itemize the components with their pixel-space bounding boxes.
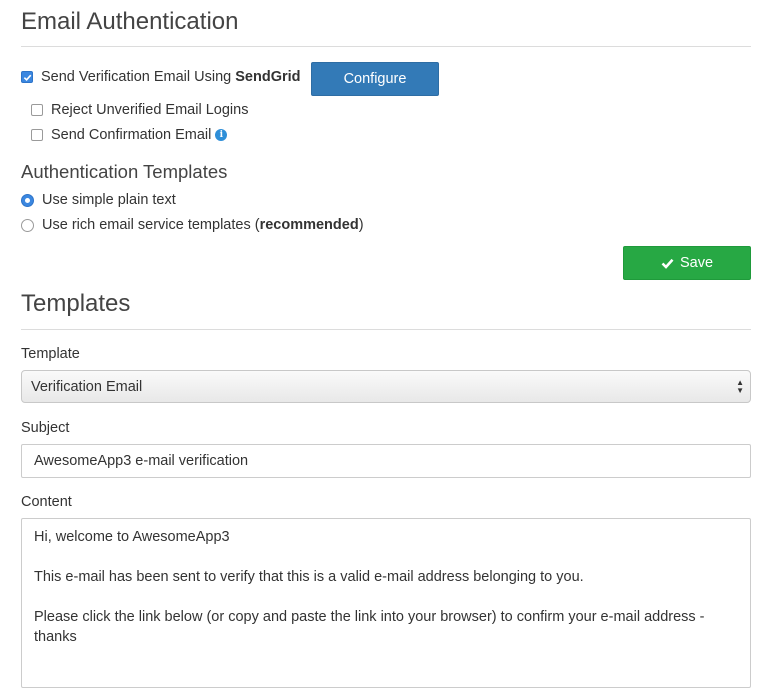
templates-title: Templates (21, 290, 131, 317)
recommended-label: recommended (259, 217, 359, 233)
save-button[interactable]: Save (623, 246, 751, 280)
send-verification-checkbox[interactable] (21, 71, 33, 83)
plain-text-label: Use simple plain text (42, 192, 176, 208)
content-line: This e-mail has been sent to verify that… (34, 569, 584, 585)
send-verification-label: Send Verification Email Using (41, 69, 236, 85)
subject-label: Subject (21, 420, 70, 436)
section-divider (21, 329, 751, 330)
reject-unverified-label: Reject Unverified Email Logins (51, 102, 249, 118)
send-confirmation-label: Send Confirmation Email (51, 127, 212, 143)
plain-text-radio[interactable] (21, 193, 34, 207)
configure-button[interactable]: Configure (311, 62, 439, 96)
rich-templates-label-suffix: ) (358, 217, 364, 233)
rich-templates-radio[interactable] (21, 218, 34, 232)
save-label: Save (679, 255, 714, 271)
send-verification-row: Send Verification Email Using SendGrid (21, 69, 301, 85)
rich-templates-option[interactable]: Use rich email service templates ( recom… (21, 217, 364, 233)
content-line: Please click the link below (or copy and… (34, 609, 705, 645)
select-arrows-icon: ▲ ▼ (736, 378, 744, 395)
subject-input[interactable]: AwesomeApp3 e-mail verification (21, 444, 751, 478)
reject-unverified-checkbox[interactable] (31, 104, 43, 116)
email-authentication-title: Email Authentication (21, 8, 239, 35)
plain-text-option[interactable]: Use simple plain text (21, 192, 176, 208)
checkmark-icon (661, 258, 674, 269)
template-select-value: Verification Email (31, 378, 143, 395)
template-select[interactable]: Verification Email ▲ ▼ (21, 370, 751, 403)
section-divider (21, 46, 751, 47)
authentication-templates-heading: Authentication Templates (21, 161, 228, 182)
sendgrid-label: SendGrid (235, 69, 301, 85)
info-icon[interactable]: i (215, 129, 228, 141)
content-textarea[interactable]: Hi, welcome to AwesomeApp3 This e-mail h… (21, 518, 751, 688)
rich-templates-label-prefix: Use rich email service templates ( (42, 217, 260, 233)
content-line: Hi, welcome to AwesomeApp3 (34, 529, 230, 545)
content-label: Content (21, 494, 72, 510)
template-label: Template (21, 346, 80, 362)
send-confirmation-row: Send Confirmation Email i (31, 127, 228, 143)
reject-unverified-row: Reject Unverified Email Logins (31, 102, 248, 118)
send-confirmation-checkbox[interactable] (31, 129, 43, 141)
